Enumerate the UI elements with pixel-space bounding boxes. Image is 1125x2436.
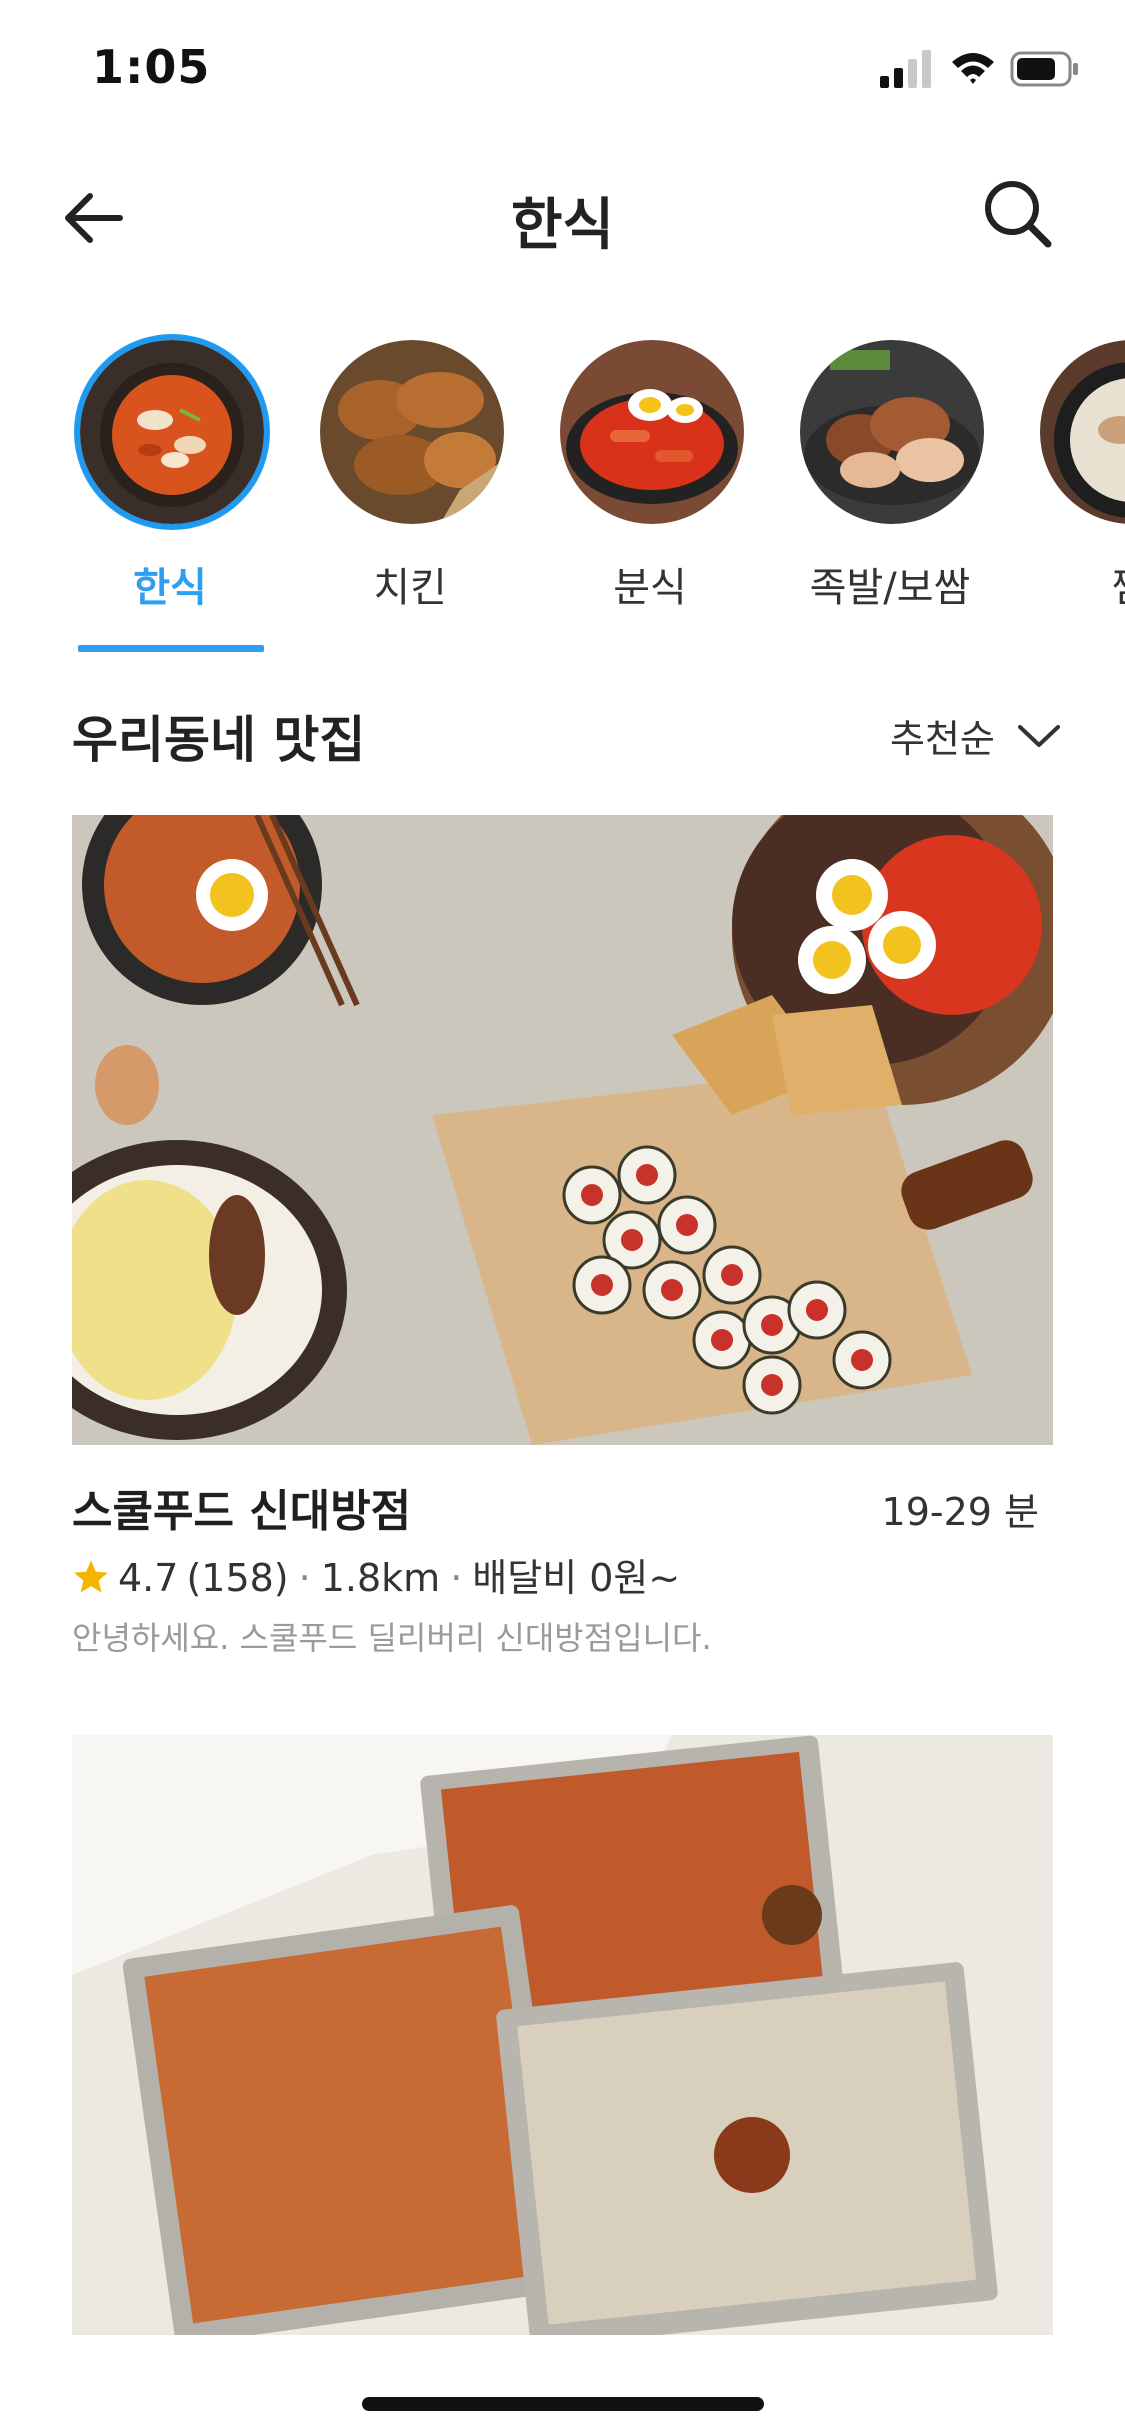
section-header: 우리동네 맛집 추천순: [72, 700, 1062, 770]
delivery-fee: 배달비 0원~: [472, 1556, 681, 1600]
category-label: 한식: [133, 565, 207, 611]
category-korean-image: [74, 334, 270, 530]
category-chicken[interactable]: 치킨: [310, 330, 510, 640]
category-snack[interactable]: 분식: [550, 330, 750, 640]
search-icon[interactable]: [982, 178, 1052, 250]
store-name: 스쿨푸드 신대방점: [72, 1486, 412, 1537]
category-jokbal-bossam-image: [800, 340, 984, 524]
category-label: 족발/보쌈: [809, 565, 971, 611]
sort-label: 추천순: [890, 717, 995, 761]
nav-bar: 한식: [0, 160, 1125, 270]
chevron-down-icon: [1018, 724, 1060, 747]
category-jokbal-bossam[interactable]: 족발/보쌈: [790, 330, 990, 640]
store-image: [72, 1735, 1053, 2335]
cellular-signal-icon: [880, 50, 931, 88]
category-jjim-image: [1040, 340, 1125, 524]
separator-dot: ·: [450, 1556, 463, 1600]
star-icon: [74, 1560, 108, 1593]
review-count: (158): [186, 1556, 289, 1600]
status-time: 1:05: [92, 40, 211, 94]
store-card[interactable]: 스쿨푸드 신대방점 19-29 분 4.7 (158) · 1.8km · 배달비 0원~…: [72, 815, 1053, 1665]
delivery-time: 19-29 분: [881, 1490, 1039, 1534]
status-bar: 1:05: [0, 0, 1125, 140]
separator-dot: ·: [298, 1556, 311, 1600]
category-label: 찜: [1010, 555, 1125, 613]
category-snack-image: [560, 340, 744, 524]
store-card[interactable]: [72, 1735, 1053, 2335]
store-image: [72, 815, 1053, 1445]
battery-icon: [1010, 51, 1078, 87]
home-indicator: [362, 2397, 764, 2411]
active-category-indicator: [78, 645, 264, 652]
rating: 4.7: [118, 1556, 179, 1600]
category-chicken-image: [320, 340, 504, 524]
store-meta: 4.7 (158) · 1.8km · 배달비 0원~: [72, 1547, 680, 1602]
section-title: 우리동네 맛집: [72, 711, 366, 769]
store-description: 안녕하세요. 스쿨푸드 딜리버리 신대방점입니다.: [72, 1619, 712, 1657]
category-label: 치킨: [373, 565, 447, 611]
wifi-icon: [952, 53, 994, 84]
category-korean[interactable]: 한식: [70, 330, 270, 640]
distance: 1.8km: [320, 1556, 441, 1600]
category-strip: 한식 치킨 분식 족발/보쌈: [0, 330, 1125, 655]
category-label: 분식: [613, 565, 687, 611]
page-title: 한식: [510, 193, 615, 258]
sort-button[interactable]: 추천순: [890, 708, 1062, 764]
category-jjim[interactable]: 찜: [1030, 330, 1125, 640]
